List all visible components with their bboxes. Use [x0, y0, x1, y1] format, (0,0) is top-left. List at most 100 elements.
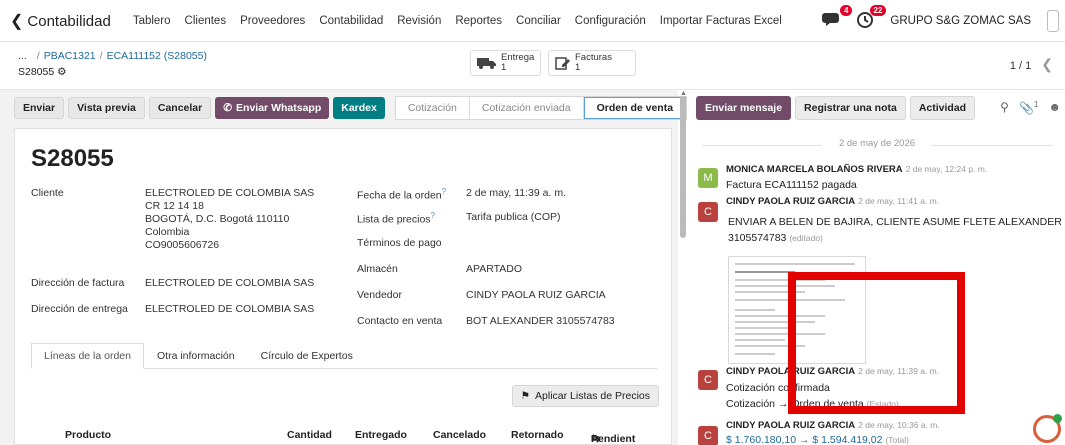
- control-panel: ... / PBAC1321/ECA111152 (S28055) S28055 ⚙…: [0, 42, 1065, 90]
- menu-proveedores[interactable]: Proveedores: [240, 15, 305, 27]
- main-menu: Tablero Clientes Proveedores Contabilida…: [133, 15, 782, 27]
- message-author: CINDY PAOLA RUIZ GARCIA 2 de may, 10:36 a…: [726, 420, 940, 431]
- order-lines-header: Producto Cantidad Entregado Cancelado Re…: [31, 425, 657, 445]
- chevron-left-icon[interactable]: ❮: [1041, 56, 1053, 72]
- pager: 1 / 1 ❮: [1010, 56, 1053, 73]
- form-scrollbar[interactable]: [680, 96, 686, 238]
- tracking-value: $ 1.760.180,10 → $ 1.594.419,02: [726, 434, 883, 445]
- tab-other-info[interactable]: Otra información: [144, 343, 248, 368]
- invoices-count: 1: [575, 62, 581, 73]
- col-cancelled[interactable]: Cancelado: [433, 429, 486, 441]
- activity-count-badge: 22: [869, 5, 887, 16]
- payment-terms-field[interactable]: [466, 237, 616, 250]
- order-date-label: Fecha de la orden?: [357, 187, 446, 202]
- help-icon[interactable]: ?: [442, 187, 446, 196]
- tag-icon: ⚑: [520, 390, 531, 402]
- warehouse-field[interactable]: APARTADO: [466, 263, 522, 276]
- delivery-address-field[interactable]: ELECTROLED DE COLOMBIA SAS: [145, 303, 314, 316]
- company-switcher[interactable]: GRUPO S&G ZOMAC SAS: [890, 15, 1031, 27]
- menu-revision[interactable]: Revisión: [397, 15, 441, 27]
- pricelist-label: Lista de precios?: [357, 211, 435, 226]
- tab-order-lines[interactable]: Líneas de la orden: [31, 343, 144, 369]
- avatar[interactable]: C: [698, 202, 718, 222]
- col-product[interactable]: Producto: [65, 429, 111, 441]
- help-icon[interactable]: ?: [431, 211, 435, 220]
- assistant-bubble-icon[interactable]: [1033, 414, 1062, 443]
- avatar[interactable]: C: [698, 370, 718, 390]
- breadcrumb-more[interactable]: ...: [18, 50, 27, 62]
- menu-importar-facturas[interactable]: Importar Facturas Excel: [660, 15, 782, 27]
- col-returned[interactable]: Retornado: [511, 429, 564, 441]
- app-back-link[interactable]: ❮ Contabilidad: [10, 11, 111, 31]
- message-author: MONICA MARCELA BOLAÑOS RIVERA 2 de may, 1…: [726, 164, 987, 175]
- breadcrumb-separator: /: [99, 50, 103, 62]
- activity-button[interactable]: Actividad: [909, 96, 976, 120]
- attachments-count: 1: [1033, 100, 1039, 109]
- breadcrumb-item-parent[interactable]: PBAC1321: [44, 50, 96, 62]
- chat-count-badge: 4: [839, 5, 853, 16]
- app-name: Contabilidad: [27, 12, 111, 30]
- sales-contact-field[interactable]: BOT ALEXANDER 3105574783: [466, 315, 615, 328]
- customer-field[interactable]: ELECTROLED DE COLOMBIA SAS CR 12 14 18 B…: [145, 187, 314, 252]
- send-button[interactable]: Enviar: [14, 97, 65, 119]
- tracking-field: (Total): [885, 435, 910, 445]
- form-sheet: S28055 Cliente ELECTROLED DE COLOMBIA SA…: [14, 128, 672, 445]
- breadcrumb-item-invoice[interactable]: ECA111152 (S28055): [107, 50, 207, 62]
- chat-button[interactable]: 4: [822, 5, 853, 31]
- menu-tablero[interactable]: Tablero: [133, 15, 171, 27]
- warehouse-label: Almacén: [357, 263, 398, 275]
- message-author: CINDY PAOLA RUIZ GARCIA 2 de may, 11:41 a…: [726, 196, 939, 207]
- order-date-field[interactable]: 2 de may, 11:39 a. m.: [466, 187, 566, 200]
- invoices-label: Facturas: [575, 52, 612, 63]
- col-delivered[interactable]: Entregado: [355, 429, 407, 441]
- invoice-address-field[interactable]: ELECTROLED DE COLOMBIA SAS: [145, 277, 314, 290]
- search-icon[interactable]: ⚲: [1000, 100, 1009, 115]
- followers-icon[interactable]: ☻: [1048, 100, 1061, 115]
- customer-vat: CO9005606726: [145, 239, 220, 251]
- customer-country: Colombia: [145, 226, 190, 238]
- form-panel: Enviar Vista previa Cancelar ✆ Enviar Wha…: [0, 90, 688, 445]
- pricelist-field[interactable]: Tarifa publica (COP): [466, 211, 561, 224]
- apply-pricelists-button[interactable]: ⚑ Aplicar Listas de Precios: [511, 385, 659, 407]
- avatar[interactable]: M: [698, 168, 718, 188]
- message-body: ENVIAR A BELEN DE BAJIRA, CLIENTE ASUME …: [728, 216, 1065, 228]
- menu-configuracion[interactable]: Configuración: [575, 15, 646, 27]
- preview-button[interactable]: Vista previa: [68, 97, 145, 119]
- pager-value[interactable]: 1 / 1: [1010, 60, 1031, 72]
- stage-quotation-sent[interactable]: Cotización enviada: [470, 97, 584, 119]
- salesperson-field[interactable]: CINDY PAOLA RUIZ GARCIA: [466, 289, 606, 302]
- menu-conciliar[interactable]: Conciliar: [516, 15, 561, 27]
- invoices-smart-button[interactable]: Facturas 1: [548, 50, 636, 76]
- stage-sales-order[interactable]: Orden de venta: [583, 97, 687, 119]
- date-separator: 2 de may de 2026: [702, 138, 1052, 152]
- edit-document-icon: [555, 57, 570, 70]
- stage-quotation[interactable]: Cotización: [396, 97, 470, 119]
- log-note-button[interactable]: Registrar una nota: [795, 96, 906, 120]
- edited-tag: (editado): [789, 233, 823, 243]
- chatter-topbar: Enviar mensaje Registrar una nota Activi…: [696, 96, 976, 120]
- kardex-button[interactable]: Kardex: [333, 97, 385, 119]
- menu-contabilidad[interactable]: Contabilidad: [319, 15, 383, 27]
- cancel-button[interactable]: Cancelar: [148, 97, 212, 119]
- tab-experts-circle[interactable]: Círculo de Expertos: [248, 343, 366, 368]
- record-title: S28055: [18, 66, 55, 78]
- avatar[interactable]: C: [698, 426, 718, 445]
- send-message-button[interactable]: Enviar mensaje: [696, 96, 792, 120]
- author-name[interactable]: MONICA MARCELA BOLAÑOS RIVERA: [726, 164, 903, 175]
- customer-label: Cliente: [31, 187, 64, 199]
- payment-terms-label: Términos de pago: [357, 237, 442, 249]
- gear-icon[interactable]: ⚙: [57, 66, 66, 78]
- stage-pipeline: Cotización Cotización enviada Orden de v…: [394, 96, 688, 120]
- column-settings-icon[interactable]: ⇆: [591, 433, 600, 445]
- col-quantity[interactable]: Cantidad: [287, 429, 332, 441]
- user-avatar[interactable]: [1047, 10, 1059, 32]
- paperclip-icon[interactable]: 📎1: [1019, 100, 1038, 115]
- menu-clientes[interactable]: Clientes: [185, 15, 227, 27]
- author-name[interactable]: CINDY PAOLA RUIZ GARCIA: [726, 420, 855, 431]
- whatsapp-button[interactable]: ✆ Enviar Whatsapp: [215, 97, 330, 119]
- chat-icon: [822, 13, 840, 26]
- author-name[interactable]: CINDY PAOLA RUIZ GARCIA: [726, 196, 855, 207]
- activity-button[interactable]: 22: [856, 5, 887, 31]
- menu-reportes[interactable]: Reportes: [455, 15, 502, 27]
- delivery-smart-button[interactable]: Entrega 1: [470, 50, 542, 76]
